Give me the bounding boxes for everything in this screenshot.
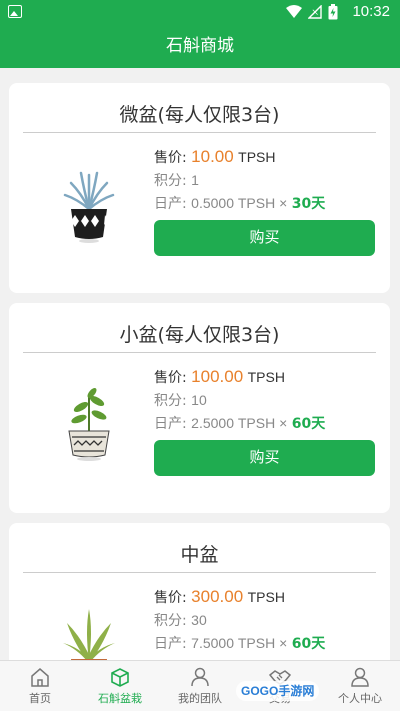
price-value: 300.00 bbox=[191, 587, 244, 606]
divider bbox=[23, 352, 376, 353]
points-value: 10 bbox=[191, 392, 207, 408]
product-card: 中盆 售价: 300.00 TPSH 积分: 30 日产: 7.5000 TPS… bbox=[9, 523, 390, 683]
app-bar: 石斛商城 bbox=[0, 24, 400, 68]
product-info: 售价: 100.00 TPSH 积分: 10 日产: 2.5000 TPSH ×… bbox=[154, 366, 379, 435]
image-notification-icon bbox=[8, 5, 22, 18]
tab-label: 首页 bbox=[29, 692, 51, 705]
product-title: 微盆(每人仅限3台) bbox=[119, 104, 280, 126]
site-watermark: GOGO手游网 bbox=[236, 681, 320, 701]
duration-days: 60天 bbox=[291, 416, 326, 432]
points-value: 1 bbox=[191, 172, 199, 188]
points-label: 积分: bbox=[154, 393, 187, 409]
status-bar: 10:32 bbox=[0, 0, 400, 24]
product-title: 中盆 bbox=[180, 544, 219, 566]
box-icon bbox=[111, 668, 129, 687]
tab-label: 个人中心 bbox=[338, 692, 382, 705]
wifi-icon bbox=[286, 5, 302, 18]
page-title: 石斛商城 bbox=[166, 36, 234, 56]
product-title: 小盆(每人仅限3台) bbox=[119, 324, 280, 346]
price-value: 10.00 bbox=[191, 147, 234, 166]
points-label: 积分: bbox=[154, 173, 187, 189]
divider bbox=[23, 572, 376, 573]
daily-output-value: 0.5000 TPSH × bbox=[191, 195, 288, 211]
signal-off-icon bbox=[308, 5, 322, 19]
status-time: 10:32 bbox=[352, 3, 390, 20]
price-unit: TPSH bbox=[247, 369, 285, 385]
daily-output-label: 日产: bbox=[154, 636, 187, 652]
daily-output-label: 日产: bbox=[154, 416, 187, 432]
bottom-tab-bar: 首页 石斛盆栽 我的团队 交易 个人中心 bbox=[0, 660, 400, 711]
daily-output-value: 2.5000 TPSH × bbox=[191, 415, 288, 431]
price-value: 100.00 bbox=[191, 367, 244, 386]
plant-pot-image bbox=[68, 388, 110, 461]
battery-charging-icon bbox=[328, 4, 338, 20]
tab-label: 我的团队 bbox=[178, 692, 222, 705]
price-label: 售价: bbox=[154, 590, 187, 606]
price-unit: TPSH bbox=[238, 149, 276, 165]
duration-days: 60天 bbox=[291, 636, 326, 652]
divider bbox=[23, 132, 376, 133]
tab-profile[interactable]: 个人中心 bbox=[320, 661, 400, 711]
tab-team[interactable]: 我的团队 bbox=[160, 661, 240, 711]
product-card: 小盆(每人仅限3台) 售价: 100.00 TPSH 积分: 10 日产: 2.… bbox=[9, 303, 390, 513]
tab-home[interactable]: 首页 bbox=[0, 661, 80, 711]
succulent-pot-image bbox=[63, 171, 115, 243]
home-icon bbox=[31, 668, 49, 687]
tab-label: 石斛盆栽 bbox=[98, 692, 142, 705]
product-info: 售价: 10.00 TPSH 积分: 1 日产: 0.5000 TPSH × 3… bbox=[154, 146, 379, 215]
buy-button[interactable]: 购买 bbox=[154, 440, 375, 476]
price-label: 售价: bbox=[154, 150, 187, 166]
buy-button[interactable]: 购买 bbox=[154, 220, 375, 256]
daily-output-label: 日产: bbox=[154, 196, 187, 212]
daily-output-value: 7.5000 TPSH × bbox=[191, 635, 288, 651]
team-icon bbox=[191, 667, 209, 687]
product-info: 售价: 300.00 TPSH 积分: 30 日产: 7.5000 TPSH ×… bbox=[154, 586, 379, 655]
tab-plants[interactable]: 石斛盆栽 bbox=[80, 661, 160, 711]
points-value: 30 bbox=[191, 612, 207, 628]
system-icons bbox=[286, 4, 338, 20]
price-label: 售价: bbox=[154, 370, 187, 386]
points-label: 积分: bbox=[154, 613, 187, 629]
person-icon bbox=[351, 667, 369, 687]
product-card: 微盆(每人仅限3台) 售价: 10.00 TPSH 积分: 1 日产: 0.50… bbox=[9, 83, 390, 293]
duration-days: 30天 bbox=[291, 196, 326, 212]
price-unit: TPSH bbox=[247, 589, 285, 605]
